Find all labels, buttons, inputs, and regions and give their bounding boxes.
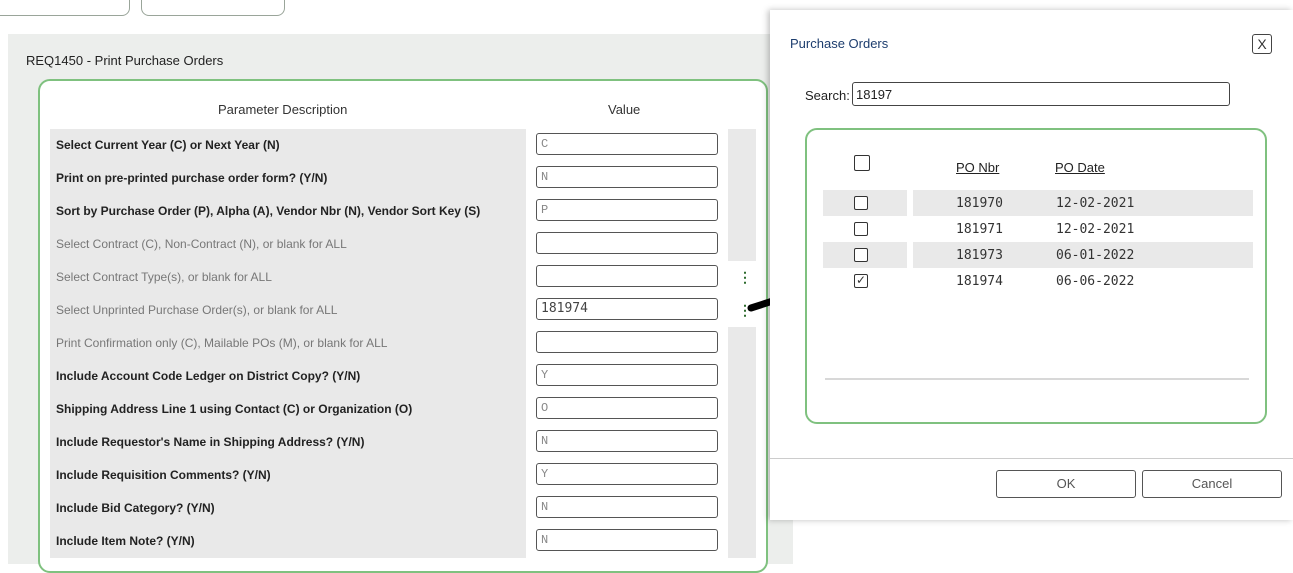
row-extra-cell (728, 492, 756, 525)
row-extra-cell (728, 195, 756, 228)
parameter-description: Shipping Address Line 1 using Contact (C… (50, 393, 526, 426)
ok-button[interactable]: OK (996, 470, 1136, 498)
po-row[interactable]: 181973 06-01-2022 (823, 242, 1253, 268)
po-nbr-cell: 181973 (956, 248, 1003, 263)
po-row[interactable]: 181970 12-02-2021 (823, 190, 1253, 216)
po-date-cell: 12-02-2021 (1056, 222, 1135, 237)
purchase-orders-dialog: Purchase Orders X Search: PO Nbr PO Date… (770, 10, 1293, 520)
parameter-row: Include Requestor's Name in Shipping Add… (50, 426, 756, 459)
top-tab-1[interactable] (0, 0, 130, 16)
parameter-description: Select Current Year (C) or Next Year (N) (50, 129, 526, 162)
row-extra-cell (728, 327, 756, 360)
row-extra-cell (728, 393, 756, 426)
parameter-value-input[interactable]: 181974 (536, 298, 718, 320)
parameter-value-input[interactable]: P (536, 199, 718, 221)
parameter-row: Print on pre-printed purchase order form… (50, 162, 756, 195)
parameter-row: Select Unprinted Purchase Order(s), or b… (50, 294, 756, 327)
report-panel: REQ1450 - Print Purchase Orders Paramete… (8, 34, 793, 573)
parameter-value-input[interactable] (536, 331, 718, 353)
po-row-checkbox[interactable] (854, 222, 868, 236)
search-input[interactable] (852, 82, 1230, 106)
header-value: Value (608, 102, 641, 117)
parameter-description: Include Account Code Ledger on District … (50, 360, 526, 393)
parameter-value-input[interactable]: Y (536, 463, 718, 485)
parameter-value-input[interactable]: N (536, 166, 718, 188)
parameter-description: Print Confirmation only (C), Mailable PO… (50, 327, 526, 360)
parameter-row: Shipping Address Line 1 using Contact (C… (50, 393, 756, 426)
po-row[interactable]: ✓ 181974 06-06-2022 (823, 268, 1253, 294)
po-date-cell: 06-06-2022 (1056, 274, 1135, 289)
row-extra-cell (728, 228, 756, 261)
col-header-po-nbr[interactable]: PO Nbr (956, 160, 999, 175)
row-extra-cell (728, 459, 756, 492)
parameter-row: Select Contract (C), Non-Contract (N), o… (50, 228, 756, 261)
parameter-value-input[interactable]: N (536, 529, 718, 551)
col-header-po-date[interactable]: PO Date (1055, 160, 1105, 175)
cancel-button[interactable]: Cancel (1142, 470, 1282, 498)
po-row-checkbox[interactable]: ✓ (854, 274, 868, 288)
list-divider (825, 378, 1249, 380)
parameter-description: Sort by Purchase Order (P), Alpha (A), V… (50, 195, 526, 228)
po-nbr-cell: 181974 (956, 274, 1003, 289)
footer-divider (770, 458, 1293, 459)
parameter-description: Include Requestor's Name in Shipping Add… (50, 426, 526, 459)
po-nbr-cell: 181970 (956, 196, 1003, 211)
parameter-row: Select Current Year (C) or Next Year (N)… (50, 129, 756, 162)
parameter-value-input[interactable]: O (536, 397, 718, 419)
close-button[interactable]: X (1252, 34, 1272, 54)
parameters-box: Parameter Description Value Select Curre… (38, 79, 768, 573)
dialog-title: Purchase Orders (790, 36, 889, 51)
parameter-row: Include Bid Category? (Y/N) N (50, 492, 756, 525)
parameter-value-input[interactable]: C (536, 133, 718, 155)
parameter-row: Include Requisition Comments? (Y/N) Y (50, 459, 756, 492)
po-date-cell: 12-02-2021 (1056, 196, 1135, 211)
row-extra-cell (728, 426, 756, 459)
po-nbr-cell: 181971 (956, 222, 1003, 237)
parameter-value-input[interactable]: Y (536, 364, 718, 386)
header-parameter-description: Parameter Description (218, 102, 348, 117)
parameter-value-input[interactable] (536, 265, 718, 287)
search-label: Search: (805, 88, 850, 103)
parameter-row: Include Item Note? (Y/N) N (50, 525, 756, 558)
parameter-description: Include Item Note? (Y/N) (50, 525, 526, 558)
parameter-row: Sort by Purchase Order (P), Alpha (A), V… (50, 195, 756, 228)
po-row-checkbox[interactable] (854, 248, 868, 262)
row-extra-cell (728, 162, 756, 195)
po-row-checkbox[interactable] (854, 196, 868, 210)
parameter-value-input[interactable] (536, 232, 718, 254)
parameter-row: Include Account Code Ledger on District … (50, 360, 756, 393)
parameter-description: Include Requisition Comments? (Y/N) (50, 459, 526, 492)
row-extra-cell (728, 360, 756, 393)
top-tab-2[interactable] (141, 0, 285, 16)
parameter-value-input[interactable]: N (536, 430, 718, 452)
parameter-row: Select Contract Type(s), or blank for AL… (50, 261, 756, 294)
row-extra-cell (728, 129, 756, 162)
page-title: REQ1450 - Print Purchase Orders (26, 53, 224, 68)
po-row[interactable]: 181971 12-02-2021 (823, 216, 1253, 242)
parameter-description: Select Unprinted Purchase Order(s), or b… (50, 294, 526, 327)
parameter-value-input[interactable]: N (536, 496, 718, 518)
parameter-description: Include Bid Category? (Y/N) (50, 492, 526, 525)
parameter-description: Select Contract (C), Non-Contract (N), o… (50, 228, 526, 261)
po-date-cell: 06-01-2022 (1056, 248, 1135, 263)
parameter-row: Print Confirmation only (C), Mailable PO… (50, 327, 756, 360)
parameter-description: Select Contract Type(s), or blank for AL… (50, 261, 526, 294)
parameter-description: Print on pre-printed purchase order form… (50, 162, 526, 195)
select-all-checkbox[interactable] (854, 155, 870, 171)
row-extra-cell (728, 525, 756, 558)
po-list: PO Nbr PO Date 181970 12-02-2021 181971 12-… (805, 128, 1267, 424)
